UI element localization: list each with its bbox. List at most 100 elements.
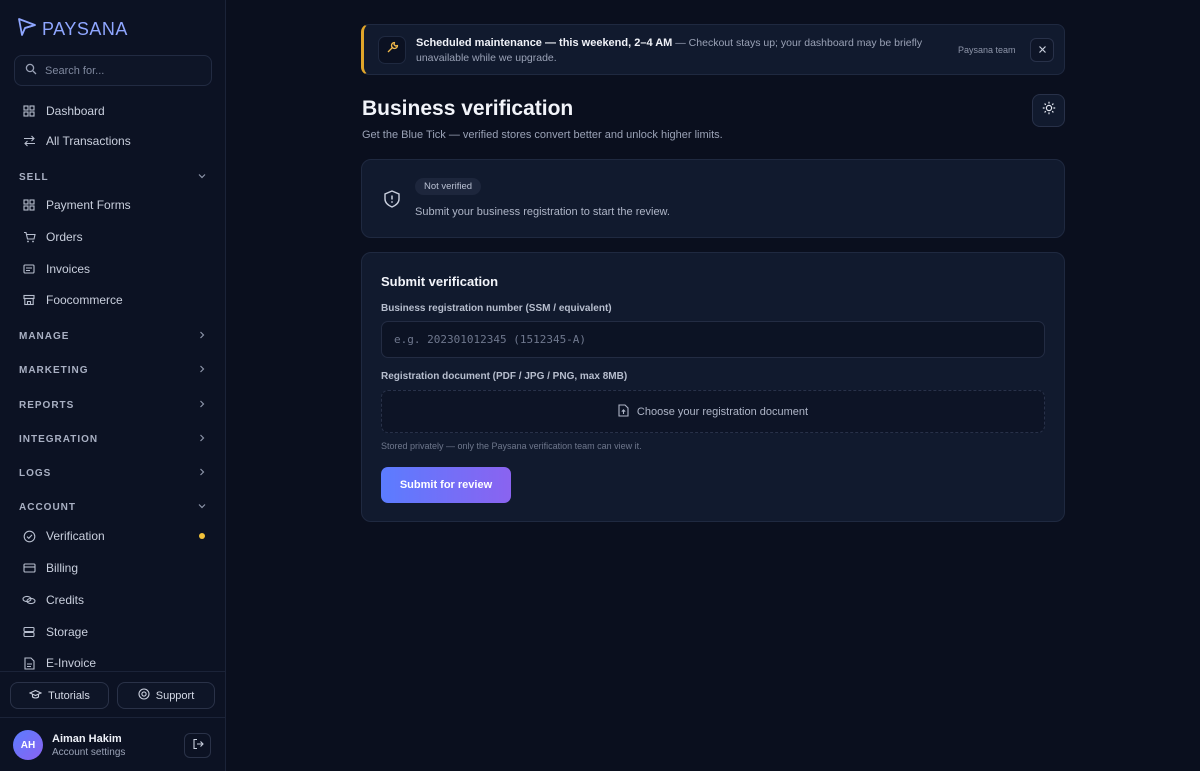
sidebar: PAYSANA Dashboard All Transactions SELL …: [0, 0, 226, 771]
grid-icon: [22, 104, 36, 118]
section-manage[interactable]: MANAGE: [19, 328, 207, 344]
sidebar-item-credits[interactable]: Credits: [22, 590, 84, 610]
close-icon: [1038, 41, 1047, 59]
banner-close-button[interactable]: [1030, 38, 1054, 62]
check-circle-icon: [22, 529, 36, 543]
sidebar-item-payment-forms[interactable]: Payment Forms: [22, 195, 131, 215]
logout-button[interactable]: [184, 733, 211, 758]
sidebar-item-label: Verification: [46, 529, 105, 543]
document-upload-dropzone[interactable]: Choose your registration document: [381, 390, 1045, 433]
submit-for-review-button[interactable]: Submit for review: [381, 467, 511, 503]
sidebar-item-label: Credits: [46, 593, 85, 607]
search-input[interactable]: [45, 64, 195, 77]
sidebar-item-foocommerce[interactable]: Foocommerce: [22, 290, 123, 310]
sidebar-item-label: Payment Forms: [46, 198, 131, 212]
sidebar-item-label: Storage: [46, 625, 89, 639]
section-label: INTEGRATION: [19, 433, 99, 445]
sidebar-item-storage[interactable]: Storage: [22, 622, 88, 642]
section-label: LOGS: [19, 467, 52, 479]
notification-dot: [199, 533, 205, 539]
banner-title: Scheduled maintenance — this weekend, 2–…: [416, 37, 673, 49]
sidebar-item-label: Billing: [46, 561, 79, 575]
sidebar-item-billing[interactable]: Billing: [22, 558, 78, 578]
graduation-cap-icon: [28, 689, 43, 703]
tutorials-label: Tutorials: [48, 689, 90, 702]
search-icon: [25, 62, 37, 80]
sidebar-item-label: Orders: [46, 230, 83, 244]
sidebar-item-label: Foocommerce: [46, 293, 123, 307]
section-account[interactable]: ACCOUNT: [19, 499, 207, 515]
chevron-down-icon: [197, 171, 207, 184]
swap-arrows-icon: [22, 134, 36, 148]
document-icon: [22, 656, 36, 670]
verification-status-card: Not verified Submit your business regist…: [361, 159, 1065, 238]
section-integration[interactable]: INTEGRATION: [19, 431, 207, 447]
search-box[interactable]: [14, 55, 212, 86]
grid-icon: [22, 198, 36, 212]
logout-icon: [192, 737, 204, 755]
sidebar-item-label: Dashboard: [46, 104, 105, 118]
sidebar-item-label: Invoices: [46, 262, 91, 276]
maintenance-banner: Scheduled maintenance — this weekend, 2–…: [361, 24, 1065, 75]
cart-icon: [22, 230, 36, 244]
section-label: MARKETING: [19, 364, 89, 376]
paysana-logo-icon: [16, 16, 38, 43]
form-title: Submit verification: [381, 274, 499, 289]
banner-message: Scheduled maintenance — this weekend, 2–…: [416, 36, 946, 66]
user-name: Aiman Hakim: [52, 733, 122, 745]
brand-logo[interactable]: PAYSANA: [16, 16, 128, 43]
registration-document-label: Registration document (PDF / JPG / PNG, …: [381, 371, 628, 382]
sidebar-item-dashboard[interactable]: Dashboard: [22, 101, 105, 121]
sidebar-item-verification[interactable]: Verification: [22, 526, 105, 546]
section-sell[interactable]: SELL: [19, 169, 207, 185]
submit-verification-form: Submit verification Business registratio…: [361, 252, 1065, 522]
section-logs[interactable]: LOGS: [19, 465, 207, 481]
invoice-icon: [22, 262, 36, 276]
chevron-right-icon: [197, 399, 207, 412]
sidebar-footer-buttons: Tutorials Support: [0, 671, 226, 717]
privacy-hint: Stored privately — only the Paysana veri…: [381, 441, 642, 451]
chevron-right-icon: [197, 364, 207, 377]
storage-icon: [22, 625, 36, 639]
support-button[interactable]: Support: [117, 682, 215, 709]
support-label: Support: [155, 689, 195, 702]
sun-icon: [1042, 101, 1056, 120]
section-label: MANAGE: [19, 330, 70, 342]
avatar: AH: [13, 730, 43, 760]
account-settings-link[interactable]: Account settings: [52, 747, 125, 758]
tutorials-button[interactable]: Tutorials: [10, 682, 109, 709]
chevron-right-icon: [197, 467, 207, 480]
status-badge: Not verified: [415, 178, 482, 195]
shield-alert-icon: [382, 189, 402, 214]
page-title: Business verification: [362, 97, 574, 120]
banner-icon-box: [378, 36, 406, 64]
file-upload-icon: [618, 403, 629, 420]
section-reports[interactable]: REPORTS: [19, 397, 207, 413]
lifebuoy-icon: [138, 688, 150, 703]
coins-icon: [22, 593, 36, 607]
sidebar-item-all-transactions[interactable]: All Transactions: [22, 131, 131, 151]
sidebar-item-invoices[interactable]: Invoices: [22, 259, 90, 279]
sidebar-item-label: E-Invoice: [46, 656, 97, 670]
chevron-right-icon: [197, 330, 207, 343]
chevron-down-icon: [197, 501, 207, 514]
section-label: REPORTS: [19, 399, 75, 411]
theme-toggle-button[interactable]: [1032, 94, 1065, 127]
wrench-icon: [386, 41, 399, 59]
store-icon: [22, 293, 36, 307]
banner-source: Paysana team: [958, 45, 1016, 55]
sidebar-item-e-invoice[interactable]: E-Invoice: [22, 653, 96, 673]
page-subtitle: Get the Blue Tick — verified stores conv…: [362, 129, 723, 141]
registration-number-input[interactable]: [381, 321, 1045, 358]
chevron-right-icon: [197, 433, 207, 446]
status-text: Submit your business registration to sta…: [415, 206, 670, 218]
sidebar-item-label: All Transactions: [46, 134, 131, 148]
section-marketing[interactable]: MARKETING: [19, 362, 207, 378]
section-label: SELL: [19, 171, 49, 183]
brand-name: PAYSANA: [42, 19, 128, 39]
sidebar-item-orders[interactable]: Orders: [22, 227, 83, 247]
registration-number-label: Business registration number (SSM / equi…: [381, 303, 612, 314]
section-label: ACCOUNT: [19, 501, 76, 513]
user-profile[interactable]: AH Aiman Hakim Account settings: [0, 717, 226, 771]
upload-label: Choose your registration document: [636, 405, 809, 418]
